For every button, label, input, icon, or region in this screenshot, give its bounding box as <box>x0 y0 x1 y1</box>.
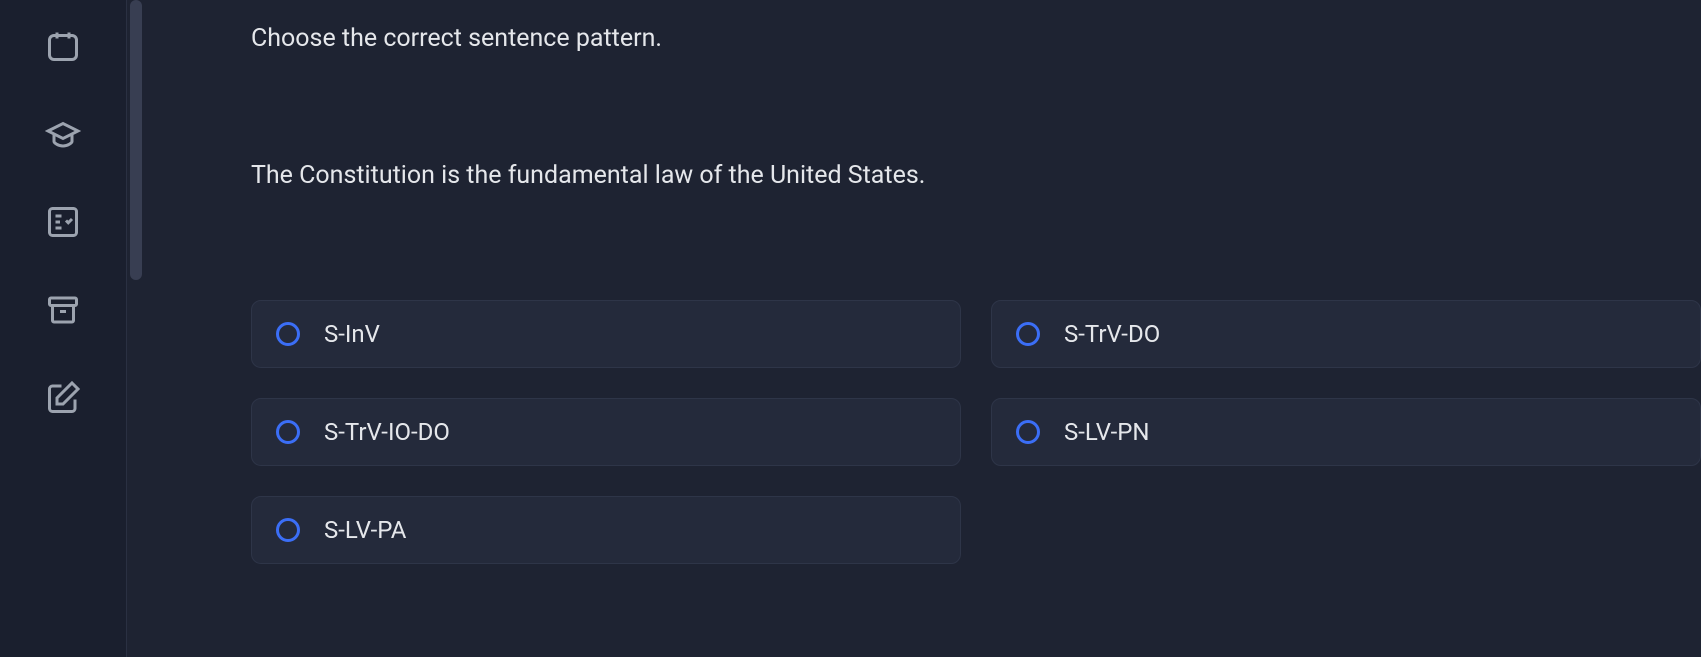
graduation-cap-icon[interactable] <box>45 116 81 152</box>
scrollbar-thumb[interactable] <box>130 0 142 280</box>
checklist-icon[interactable] <box>45 204 81 240</box>
option-card[interactable]: S-InV <box>251 300 961 368</box>
question-instruction: Choose the correct sentence pattern. <box>251 24 1701 53</box>
question-sentence: The Constitution is the fundamental law … <box>251 161 1701 190</box>
option-label: S-InV <box>324 320 380 348</box>
radio-icon <box>1016 420 1040 444</box>
calendar-icon[interactable] <box>45 28 81 64</box>
option-label: S-TrV-IO-DO <box>324 418 450 446</box>
edit-icon[interactable] <box>45 380 81 416</box>
option-card[interactable]: S-LV-PA <box>251 496 961 564</box>
scrollbar-track[interactable] <box>127 0 141 657</box>
radio-icon <box>276 518 300 542</box>
main-content: Choose the correct sentence pattern. The… <box>141 0 1701 657</box>
radio-icon <box>276 322 300 346</box>
option-card[interactable]: S-LV-PN <box>991 398 1701 466</box>
option-card[interactable]: S-TrV-DO <box>991 300 1701 368</box>
option-label: S-TrV-DO <box>1064 320 1160 348</box>
archive-icon[interactable] <box>45 292 81 328</box>
option-label: S-LV-PN <box>1064 418 1150 446</box>
sidebar <box>0 0 127 657</box>
options-grid: S-InV S-TrV-DO S-TrV-IO-DO S-LV-PN S-LV-… <box>251 300 1701 564</box>
radio-icon <box>1016 322 1040 346</box>
option-card[interactable]: S-TrV-IO-DO <box>251 398 961 466</box>
option-label: S-LV-PA <box>324 516 406 544</box>
radio-icon <box>276 420 300 444</box>
